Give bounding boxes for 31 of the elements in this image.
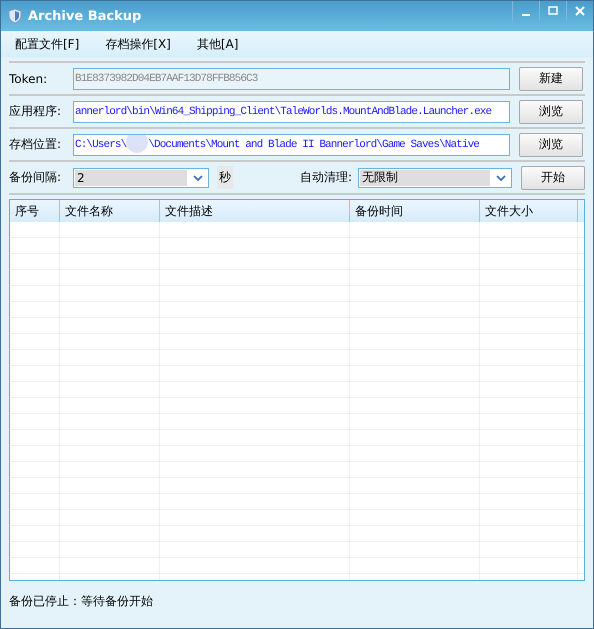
menu-item[interactable]: 其他[A] (196, 36, 238, 52)
menu-item[interactable]: 存档操作[X] (105, 36, 171, 52)
menu-item[interactable]: 配置文件[F] (15, 36, 80, 52)
browse-button[interactable]: 浏览 (519, 100, 583, 124)
maximize-icon (547, 5, 559, 17)
column-header[interactable]: 文件描述 (160, 200, 350, 222)
unit-label: 秒 (217, 166, 233, 189)
field-label: Token: (9, 72, 48, 86)
shield-icon (7, 8, 23, 24)
auto-clean-dropdown[interactable]: 无限制 (358, 168, 512, 188)
interval-dropdown[interactable]: 2 (73, 168, 209, 188)
column-header[interactable]: 备份时间 (350, 200, 480, 222)
browse-button[interactable]: 浏览 (519, 132, 583, 156)
field-label: 备份间隔: (9, 169, 62, 186)
column-header[interactable]: 文件名称 (60, 200, 160, 222)
column-header[interactable]: 文件大小 (480, 200, 578, 222)
field-label: 自动清理: (300, 169, 352, 186)
chevron-down-icon (193, 174, 203, 180)
close-icon (574, 5, 586, 17)
column-header[interactable]: 序号 (10, 200, 60, 222)
chevron-down-icon (496, 174, 506, 180)
status-text: 备份已停止：等待备份开始 (9, 593, 154, 610)
window-title: Archive Backup (28, 8, 142, 24)
path-field[interactable]: annerlord\bin\Win64_Shipping_Client\TaleWorlds.MountAndBlade.Launcher.exe (73, 100, 510, 122)
path-field[interactable]: C:\Users\ \Documents\Mount and Blade II Bannerlord\Game Saves\Native (73, 134, 510, 156)
field-label: 存档位置: (9, 136, 62, 153)
redaction-mark (126, 134, 148, 152)
new-button[interactable]: 新建 (519, 66, 583, 90)
field-label: 应用程序: (9, 103, 62, 120)
start-button[interactable]: 开始 (521, 166, 585, 190)
minimize-icon (522, 14, 530, 16)
